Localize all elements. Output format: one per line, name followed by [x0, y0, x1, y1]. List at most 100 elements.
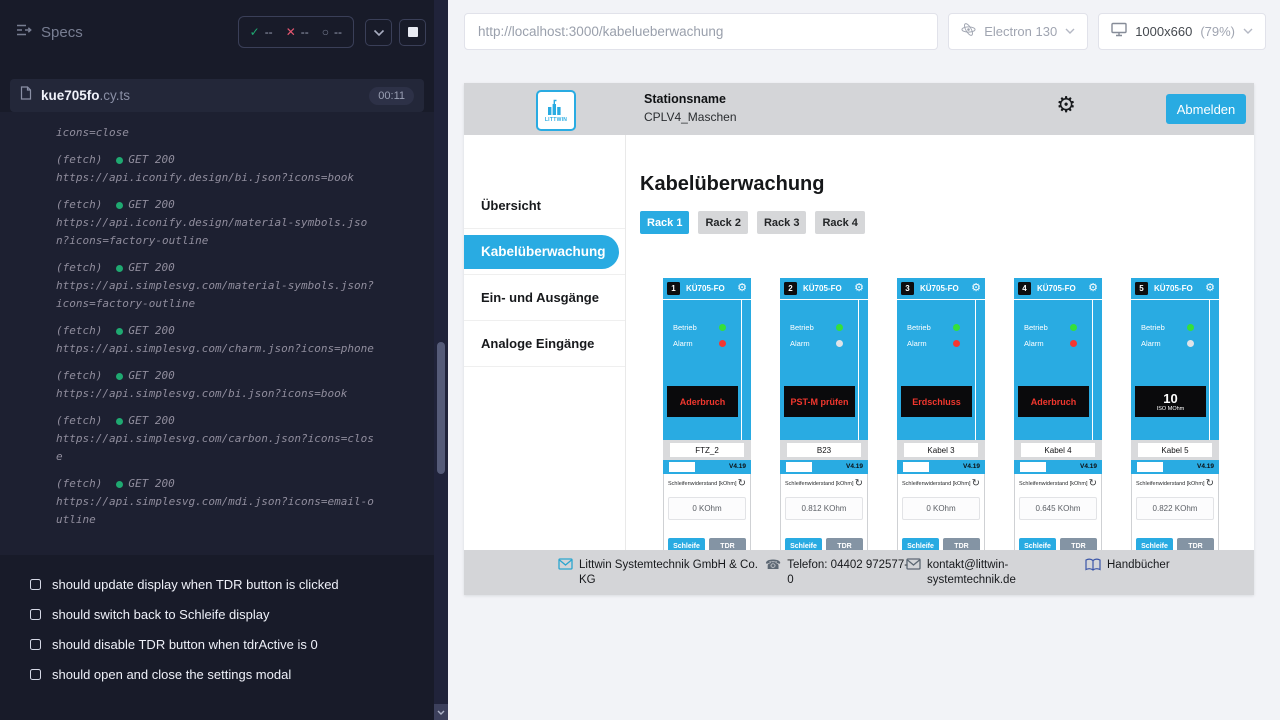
- footer-email[interactable]: kontakt@littwin-systemtechnik.de: [906, 558, 1032, 588]
- collapse-button[interactable]: [365, 19, 392, 46]
- tdr-button[interactable]: TDR: [709, 538, 746, 550]
- logo-mark-icon: [545, 99, 567, 116]
- monitor-icon: [1111, 22, 1127, 40]
- refresh-icon[interactable]: ↻: [855, 479, 863, 489]
- chevron-down-icon: [1065, 28, 1075, 34]
- card-header: 2 KÜ705-FO ⚙: [780, 278, 868, 300]
- led-panel: Betrieb Alarm: [907, 319, 960, 351]
- card-number: 1: [667, 282, 680, 295]
- card-settings-gear-icon[interactable]: ⚙: [1205, 283, 1215, 294]
- tdr-button[interactable]: TDR: [943, 538, 980, 550]
- led-panel: Betrieb Alarm: [790, 319, 843, 351]
- footer-phone[interactable]: ☎ Telefon: 04402 972577-0: [765, 558, 912, 588]
- card-settings-gear-icon[interactable]: ⚙: [737, 283, 747, 294]
- reporter-scrollbar[interactable]: [434, 0, 448, 720]
- betrieb-led: [719, 324, 726, 331]
- firmware-version: V4.19: [963, 463, 980, 470]
- logout-button[interactable]: Abmelden: [1166, 94, 1246, 124]
- reporter-header: Specs ✓-- ✕-- ○--: [0, 0, 434, 64]
- footer-manuals-link[interactable]: Handbücher: [1085, 558, 1170, 573]
- status-dot: [116, 265, 123, 272]
- measurement-panel: Schleifenwiderstand [kOhm]↻ 0 KOhm Schle…: [897, 474, 985, 550]
- schleife-button[interactable]: Schleife: [1019, 538, 1056, 550]
- sidebar-item-ein-und-ausgaenge[interactable]: Ein- und Ausgänge: [464, 275, 625, 321]
- log-line[interactable]: icons=close: [56, 124, 376, 142]
- schleife-button[interactable]: Schleife: [668, 538, 705, 550]
- card-settings-gear-icon[interactable]: ⚙: [854, 283, 864, 294]
- scrollbar-thumb[interactable]: [437, 342, 445, 474]
- cable-name-field[interactable]: Kabel 5: [1138, 443, 1212, 457]
- cable-name-strip: FTZ_2: [663, 440, 751, 460]
- schleife-button[interactable]: Schleife: [785, 538, 822, 550]
- sidebar-item-kabelueberwachung[interactable]: Kabelüberwachung: [464, 229, 625, 275]
- viewport-select[interactable]: 1000x660 (79%): [1098, 13, 1266, 50]
- iso-value: 10: [1163, 392, 1177, 405]
- led-panel: Betrieb Alarm: [673, 319, 726, 351]
- alarm-led: [1187, 340, 1194, 347]
- refresh-icon[interactable]: ↻: [1089, 479, 1097, 489]
- cable-name-strip: Kabel 3: [897, 440, 985, 460]
- measurement-value: 0.822 KOhm: [1136, 497, 1214, 520]
- tab-rack-4[interactable]: Rack 4: [815, 211, 864, 234]
- measurement-value: 0.812 KOhm: [785, 497, 863, 520]
- card-header: 1 KÜ705-FO ⚙: [663, 278, 751, 300]
- cable-name-field[interactable]: Kabel 4: [1021, 443, 1095, 457]
- refresh-icon[interactable]: ↻: [972, 479, 980, 489]
- log-entry[interactable]: (fetch)GET 200 https://api.simplesvg.com…: [56, 322, 414, 358]
- card-model: KÜ705-FO: [1037, 284, 1076, 293]
- version-row: V4.19: [1131, 460, 1219, 474]
- betrieb-led: [1070, 324, 1077, 331]
- tdr-button[interactable]: TDR: [826, 538, 863, 550]
- device-card-3: 3 KÜ705-FO ⚙ Betrieb Alarm Erdschluss Ka…: [897, 278, 985, 550]
- settings-gear-icon[interactable]: ⚙: [1056, 94, 1076, 116]
- tdr-button[interactable]: TDR: [1060, 538, 1097, 550]
- test-item[interactable]: should open and close the settings modal: [30, 667, 339, 682]
- test-item[interactable]: should update display when TDR button is…: [30, 577, 339, 592]
- refresh-icon[interactable]: ↻: [1206, 479, 1214, 489]
- stop-button[interactable]: [399, 19, 426, 46]
- cable-name-field[interactable]: B23: [787, 443, 861, 457]
- card-settings-gear-icon[interactable]: ⚙: [971, 283, 981, 294]
- firmware-version: V4.19: [846, 463, 863, 470]
- schleife-button[interactable]: Schleife: [1136, 538, 1173, 550]
- status-display: Erdschluss: [901, 386, 972, 417]
- scroll-down-button[interactable]: [434, 704, 448, 720]
- log-entry[interactable]: (fetch)GET 200 https://api.simplesvg.com…: [56, 412, 414, 466]
- log-entry[interactable]: (fetch)GET 200 https://api.iconify.desig…: [56, 151, 414, 187]
- status-dot: [116, 157, 123, 164]
- test-collapse-icon: [30, 639, 41, 650]
- specs-button[interactable]: Specs: [16, 23, 238, 41]
- refresh-icon[interactable]: ↻: [738, 479, 746, 489]
- cable-name-field[interactable]: FTZ_2: [670, 443, 744, 457]
- url-bar[interactable]: http://localhost:3000/kabelueberwachung: [464, 13, 938, 50]
- sidebar-item-uebersicht[interactable]: Übersicht: [464, 183, 625, 229]
- book-icon: [1085, 558, 1101, 573]
- tab-rack-1[interactable]: Rack 1: [640, 211, 689, 234]
- log-entry[interactable]: (fetch)GET 200 https://api.simplesvg.com…: [56, 259, 414, 313]
- tab-rack-2[interactable]: Rack 2: [698, 211, 747, 234]
- test-item[interactable]: should switch back to Schleife display: [30, 607, 339, 622]
- spec-file-row[interactable]: kue705fo.cy.ts 00:11: [10, 79, 424, 112]
- led-panel: Betrieb Alarm: [1141, 319, 1194, 351]
- test-item[interactable]: should disable TDR button when tdrActive…: [30, 637, 339, 652]
- log-entry[interactable]: (fetch)GET 200 https://api.simplesvg.com…: [56, 475, 414, 529]
- cypress-reporter-panel: Specs ✓-- ✕-- ○-- kue705fo.cy.ts 00:11 i…: [0, 0, 448, 720]
- firmware-version: V4.19: [1197, 463, 1214, 470]
- test-collapse-icon: [30, 609, 41, 620]
- schleife-button[interactable]: Schleife: [902, 538, 939, 550]
- chevron-down-icon: [1243, 28, 1253, 34]
- cable-name-field[interactable]: Kabel 3: [904, 443, 978, 457]
- log-entry[interactable]: (fetch)GET 200 https://api.simplesvg.com…: [56, 367, 414, 403]
- betrieb-led: [1187, 324, 1194, 331]
- tdr-button[interactable]: TDR: [1177, 538, 1214, 550]
- card-settings-gear-icon[interactable]: ⚙: [1088, 283, 1098, 294]
- footer-company[interactable]: Littwin Systemtechnik GmbH & Co. KG: [558, 558, 763, 588]
- sidebar-item-analoge-eingaenge[interactable]: Analoge Eingänge: [464, 321, 625, 367]
- test-stats: ✓-- ✕-- ○--: [238, 16, 354, 48]
- version-chip: [786, 462, 812, 472]
- status-display: 10 ISO MOhm: [1135, 386, 1206, 417]
- browser-select[interactable]: Electron 130: [948, 13, 1088, 50]
- browser-bar: http://localhost:3000/kabelueberwachung …: [448, 0, 1280, 62]
- tab-rack-3[interactable]: Rack 3: [757, 211, 806, 234]
- log-entry[interactable]: (fetch)GET 200 https://api.iconify.desig…: [56, 196, 414, 250]
